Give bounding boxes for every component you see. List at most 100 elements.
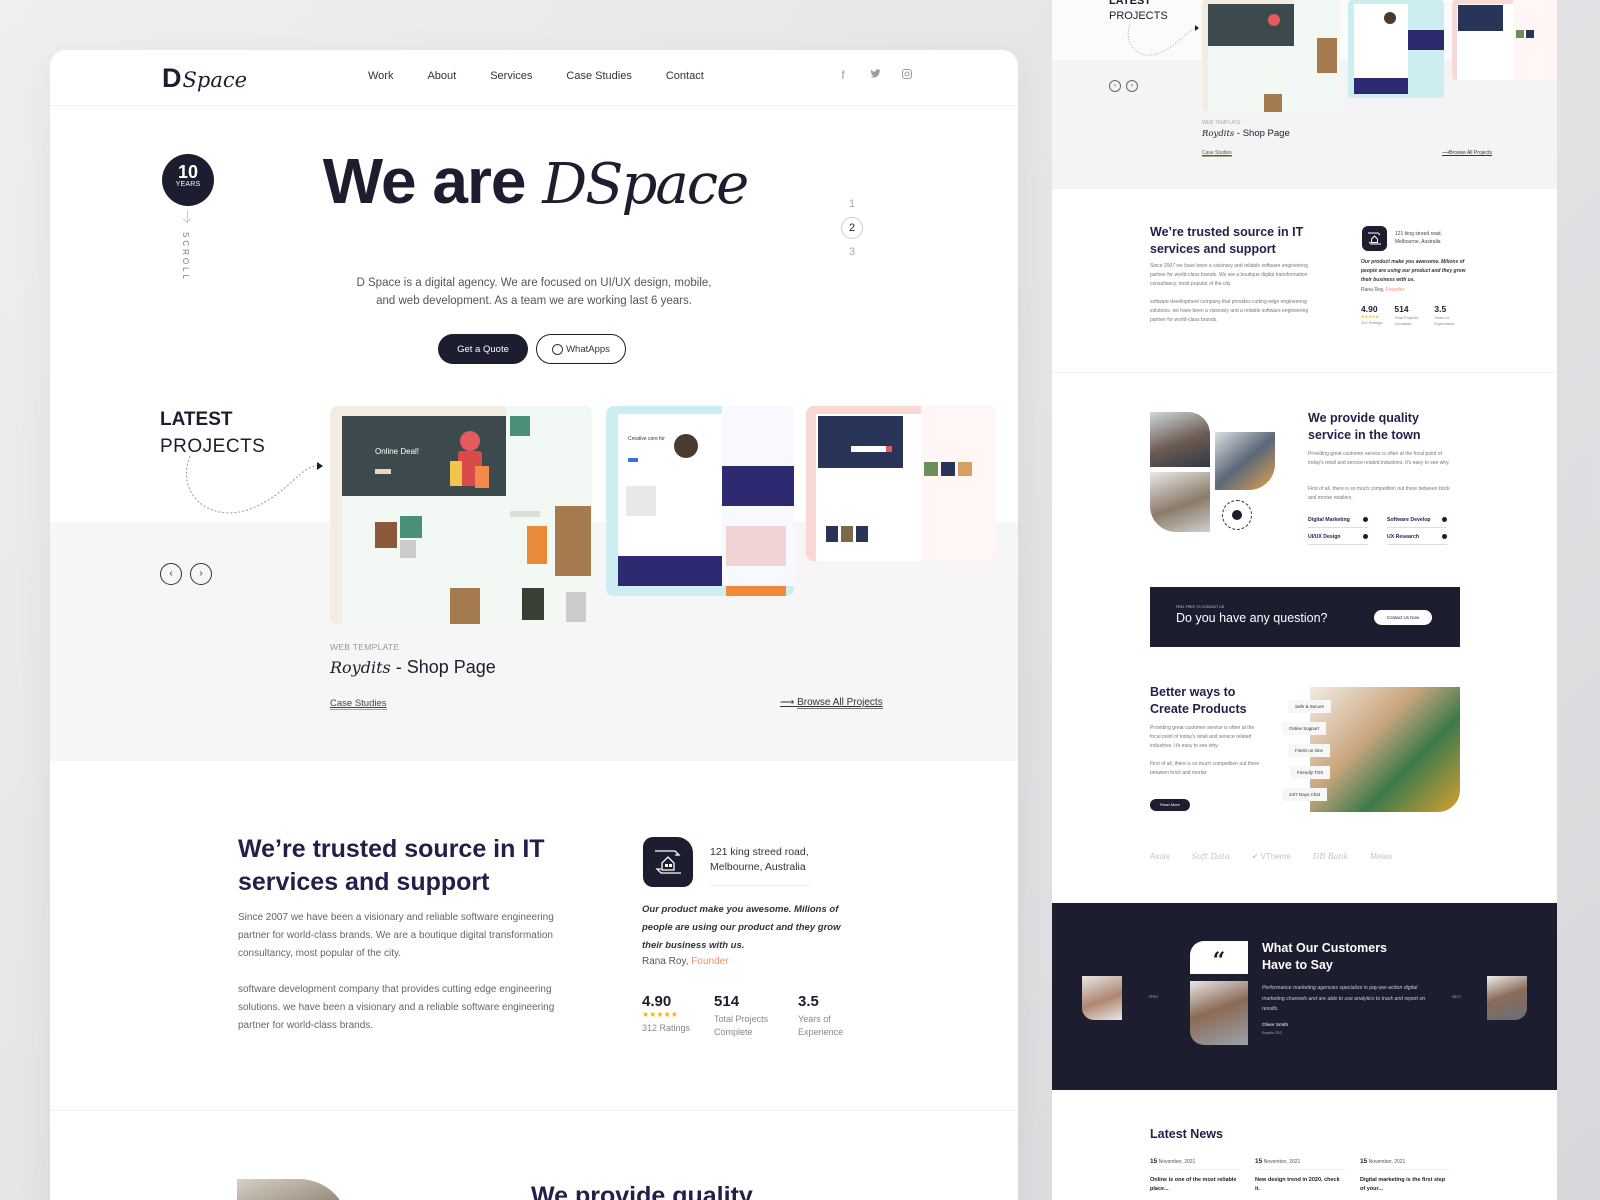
heading-line: What Our Customers [1262,941,1388,955]
browse-all-projects-link[interactable]: ⟶ Browse All Projects [780,697,883,709]
project-screenshot[interactable] [1452,0,1557,80]
stat-rating: 4.90 ★★★★★ 312 Ratings [1361,304,1382,327]
stat-value: 4.90 [1361,304,1378,314]
pager-item-active[interactable]: 2 [841,217,863,239]
previous-customer-avatar[interactable] [1082,976,1122,1020]
nav-case-studies[interactable]: Case Studies [566,70,631,82]
divider [710,885,810,886]
carousel-next-button[interactable]: › [1126,80,1138,92]
news-item[interactable]: 15 November, 2021 New design trend in 20… [1255,1158,1345,1194]
trusted-title: We’re trusted source in IT services and … [238,833,545,899]
address: 121 king streed road, Melbourne, Austral… [1395,231,1442,245]
meeting-photo [1150,472,1210,532]
stat-value: 514 [1394,304,1409,314]
carousel-prev-button[interactable]: ‹ [1109,80,1121,92]
service-link[interactable]: Digital Marketing [1308,517,1368,528]
nav-contact[interactable]: Contact [666,70,704,82]
contact-cta-banner: FEEL FREE TO CONTACT US Do you have any … [1150,587,1460,647]
feature-tag: 24/7 Days Chat [1282,788,1328,801]
read-more-button[interactable]: Read More [1150,799,1190,811]
facebook-icon[interactable]: f [836,68,850,82]
pager-item[interactable]: 3 [840,240,864,264]
title-line: service in the town [1308,428,1421,442]
prev-button[interactable]: PREV [1149,995,1159,999]
social-links: f [836,68,914,82]
project-name-script: Roydits [1202,129,1235,139]
news-title: New design trend in 2020, check it. [1255,1177,1340,1192]
project-name-rest: - Shop Page [390,657,496,677]
partner-logo: Soft Data [1191,852,1230,861]
star-rating-icon: ★★★★★ [642,1010,678,1019]
hero-subtitle-line: and web development. As a team we are wo… [376,295,692,307]
stat-value: 3.5 [1434,304,1447,314]
team-working-photo [1310,687,1460,812]
quality-title: We provide quality service in the town [531,1183,756,1200]
news-title: Digital marketing is the first step of y… [1360,1177,1446,1192]
project-screenshot[interactable]: Creative core for [606,406,794,596]
nav-services[interactable]: Services [490,70,532,82]
logo[interactable]: D Space [162,63,247,94]
hero-title-prefix: We are [322,145,543,217]
stat-value: 514 [714,993,740,1010]
browse-all-projects-link[interactable]: ⟶Browse All Projects [1442,150,1492,156]
twitter-icon[interactable] [868,68,882,82]
stat-projects: 514 Total Projects Complete [1394,304,1422,327]
mini-trusted-title: We’re trusted source in IT services and … [1150,224,1303,258]
news-date: 15 November, 2021 [1150,1158,1240,1170]
arrow-circle-icon [1442,517,1447,522]
news-item[interactable]: 15 November, 2021 Digital marketing is t… [1360,1158,1450,1194]
news-date: 15 November, 2021 [1255,1158,1345,1170]
screenshot-headline: Online Deal! [375,447,419,456]
divider [1052,188,1557,189]
news-item[interactable]: 15 November, 2021 Online is one of the m… [1150,1158,1240,1194]
stat-label: Years of Experience [798,1014,844,1037]
better-paragraph: First of all, there is so much competiti… [1150,761,1260,776]
nav-work[interactable]: Work [368,70,393,82]
address-line: Melbourne, Australia [710,861,806,873]
page-overview-preview: LATEST PROJECTS ‹ › WEB TEMPLATE Roydits… [1052,0,1557,1200]
better-paragraph: Providing great customer service is ofte… [1150,725,1255,749]
project-screenshot[interactable] [1348,0,1444,98]
carousel-prev-button[interactable]: ‹ [160,563,182,585]
nav-links: Work About Services Case Studies Contact [368,70,738,82]
next-button[interactable]: NEXT [1452,995,1461,999]
trusted-section: We’re trusted source in IT services and … [50,761,1018,1111]
project-screenshot[interactable]: Online Deal! [330,406,592,624]
dashed-curve-arrow-icon [185,455,323,514]
whatsapp-button[interactable]: WhatApps [536,334,626,364]
partner-logo: DB Bank [1312,852,1349,861]
case-studies-link[interactable]: Case Studies [1202,150,1232,157]
nav-about[interactable]: About [427,70,456,82]
service-link[interactable]: UI/UX Design [1308,534,1368,545]
project-screenshot[interactable] [806,406,996,561]
project-screenshot[interactable] [1202,0,1340,112]
project-name: Roydits - Shop Page [330,657,496,678]
team-photo [1150,412,1210,467]
get-quote-button[interactable]: Get a Quote [438,334,528,364]
instagram-icon[interactable] [900,68,914,82]
service-link[interactable]: UX Research [1387,534,1447,545]
feature-tag: Online Support [1282,722,1327,735]
service-link[interactable]: Software Develop [1387,517,1447,528]
news-month: November, 2021 [1263,1159,1301,1165]
carousel-next-button[interactable]: › [190,563,212,585]
feature-tag: Safe & Secure [1288,700,1332,713]
next-customer-avatar[interactable] [1487,976,1527,1020]
case-studies-link[interactable]: Case Studies [330,698,387,710]
pager-item[interactable]: 1 [840,192,864,216]
news-day: 15 [1255,1158,1263,1165]
author-name: Rana Roy, [1361,287,1386,293]
hero-buttons: Get a Quote WhatApps [438,334,626,364]
customer-quote: Performance marketing agencies specializ… [1262,985,1426,1012]
feature-tag: Finish on time [1288,744,1331,757]
contact-us-button[interactable]: Contact Us Now [1374,610,1432,625]
arrow-circle-icon [1363,517,1368,522]
partner-logos: Axuis Soft Data ✔ VTheme DB Bank Metas [1150,852,1392,861]
watch-video-play-icon[interactable] [1222,500,1252,530]
feature-tag: Friendly TOS [1290,766,1331,779]
whatsapp-icon [552,343,564,355]
customer-photo [1190,981,1248,1045]
project-name-script: Roydits [330,658,391,677]
news-day: 15 [1150,1158,1158,1165]
title-line: We’re trusted source in IT [1150,225,1304,239]
